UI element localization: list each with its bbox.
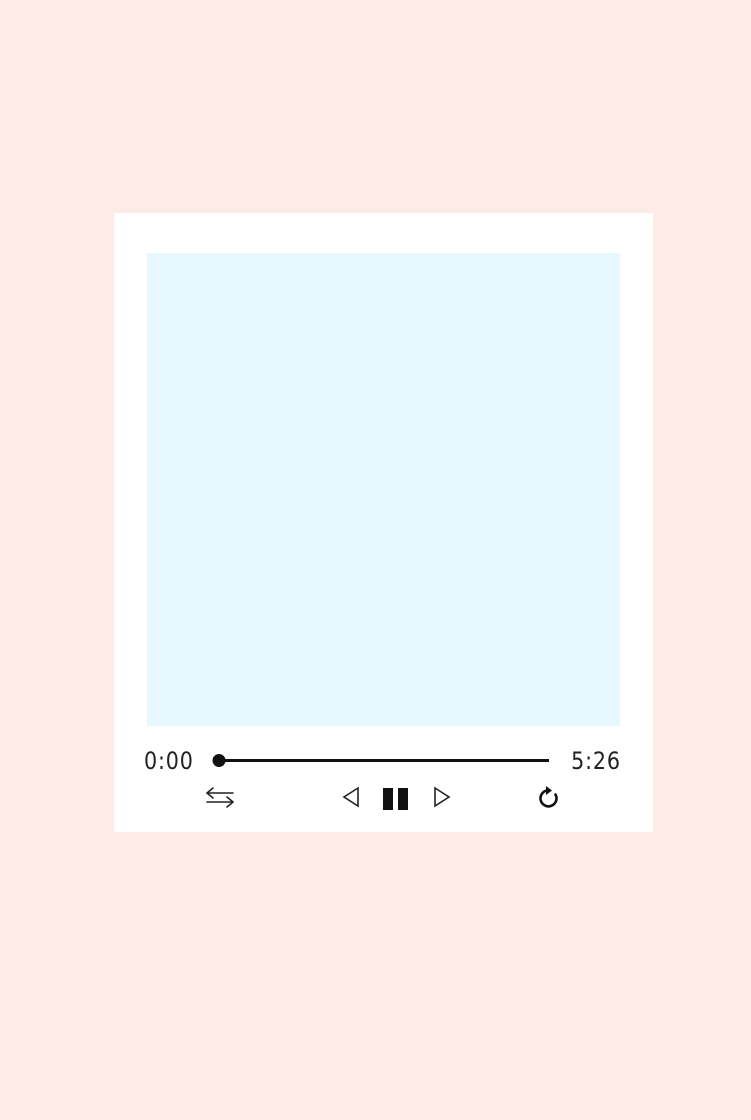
previous-triangle-icon [342, 786, 359, 808]
repeat-icon [539, 786, 558, 808]
next-triangle-icon [434, 786, 451, 808]
shuffle-arrows-icon [206, 787, 234, 808]
album-artwork [147, 253, 620, 726]
music-player-card: 0:00 5:26 [114, 213, 653, 832]
pause-icon [383, 788, 408, 810]
next-button[interactable] [430, 783, 454, 811]
shuffle-button[interactable] [202, 783, 238, 811]
progress-knob[interactable] [212, 754, 226, 767]
progress-track [219, 759, 549, 762]
repeat-button[interactable] [534, 783, 562, 811]
pause-button[interactable] [380, 784, 412, 814]
progress-bar[interactable] [212, 753, 549, 769]
previous-button[interactable] [339, 783, 363, 811]
elapsed-time: 0:00 [144, 747, 194, 775]
total-duration: 5:26 [571, 747, 621, 775]
